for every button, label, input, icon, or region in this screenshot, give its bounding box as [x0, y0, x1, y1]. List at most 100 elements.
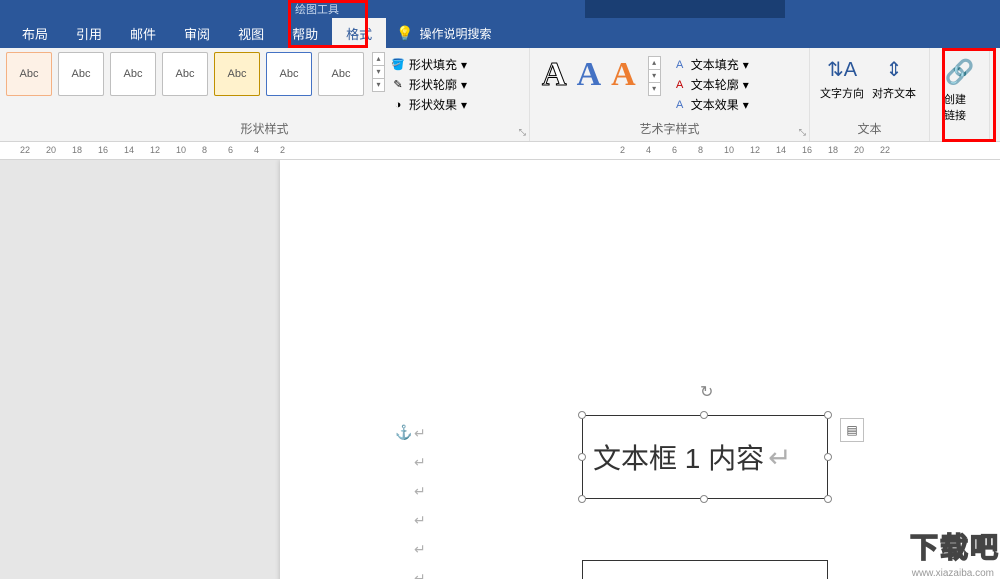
page[interactable] — [280, 160, 1000, 579]
align-text-button[interactable]: ⇕ 对齐文本 — [872, 56, 916, 101]
selection-handle[interactable] — [824, 495, 832, 503]
text-fill-icon: A — [673, 58, 687, 72]
paint-bucket-icon: 🪣 — [391, 58, 405, 72]
selection-handle[interactable] — [700, 411, 708, 419]
shape-fill-label: 形状填充 — [409, 56, 457, 73]
selection-handle[interactable] — [578, 495, 586, 503]
title-bar: 绘图工具 — [0, 0, 1000, 18]
tab-format[interactable]: 格式 — [332, 18, 386, 48]
shape-style-thumb-2[interactable]: Abc — [58, 52, 104, 96]
text-direction-button[interactable]: ⇅A 文字方向 — [820, 56, 864, 101]
document-workspace: ⚓ ↵↵↵↵↵↵↵↵ ↻ 文本框 1 内容 ↵ ▤ ↵ 下载吧 www.xiaz… — [0, 160, 1000, 579]
tab-layout[interactable]: 布局 — [8, 18, 62, 48]
group-label-shape-styles: 形状样式 — [6, 120, 523, 139]
selection-handle[interactable] — [824, 453, 832, 461]
group-shape-styles: Abc Abc Abc Abc Abc Abc Abc ▴ ▾ ▾ 🪣 形状填充… — [0, 48, 530, 141]
wordart-thumb-1[interactable]: A — [542, 56, 567, 94]
gallery-down-icon[interactable]: ▾ — [372, 65, 385, 79]
tab-mailings[interactable]: 邮件 — [116, 18, 170, 48]
contextual-tool-label: 绘图工具 — [295, 1, 339, 17]
text-outline-icon: A — [673, 78, 687, 92]
wordart-thumb-2[interactable]: A — [577, 56, 602, 94]
shape-style-thumb-4[interactable]: Abc — [162, 52, 208, 96]
shape-outline-button[interactable]: ✎ 形状轮廓 ▾ — [391, 76, 467, 93]
tab-view[interactable]: 视图 — [224, 18, 278, 48]
dialog-launcher-icon[interactable]: ⤡ — [519, 127, 526, 138]
shape-style-thumb-7[interactable]: Abc — [318, 52, 364, 96]
text-outline-label: 文本轮廓 — [691, 76, 739, 93]
anchor-icon: ⚓ — [395, 424, 412, 441]
group-label-wordart: 艺术字样式 — [536, 120, 803, 139]
wordart-gallery: A A A ▴ ▾ ▾ — [536, 52, 667, 99]
dialog-launcher-icon[interactable]: ⤡ — [799, 127, 806, 138]
create-link-button[interactable]: 🔗 创建链接 — [936, 52, 983, 123]
group-label-text: 文本 — [816, 120, 923, 139]
layout-options-button[interactable]: ▤ — [840, 418, 864, 442]
group-text: ⇅A 文字方向 ⇕ 对齐文本 文本 — [810, 48, 930, 141]
tab-references[interactable]: 引用 — [62, 18, 116, 48]
wordart-thumb-3[interactable]: A — [611, 56, 636, 94]
gallery-up-icon[interactable]: ▴ — [372, 52, 385, 66]
gallery-more-icon[interactable]: ▾ — [648, 82, 661, 96]
text-effects-icon: A — [673, 98, 687, 112]
text-effects-button[interactable]: A 文本效果 ▾ — [673, 96, 749, 113]
gallery-down-icon[interactable]: ▾ — [648, 69, 661, 83]
watermark: 下载吧 www.xiazaiba.com — [910, 526, 1000, 579]
ribbon-tabs: 布局 引用 邮件 审阅 视图 帮助 格式 💡 操作说明搜索 — [0, 18, 1000, 48]
chain-link-icon: 🔗 — [945, 58, 975, 87]
layout-options-icon: ▤ — [846, 423, 857, 437]
title-doc-region — [585, 0, 785, 18]
dropdown-icon: ▾ — [743, 58, 749, 72]
dropdown-icon: ▾ — [461, 78, 467, 92]
selection-handle[interactable] — [700, 495, 708, 503]
shape-fill-buttons: 🪣 形状填充 ▾ ✎ 形状轮廓 ▾ ◑ 形状效果 ▾ — [391, 52, 467, 113]
dropdown-icon: ▾ — [743, 98, 749, 112]
tab-help[interactable]: 帮助 — [278, 18, 332, 48]
rotation-handle-icon[interactable]: ↻ — [700, 382, 713, 402]
group-create-link: 🔗 创建链接 — [930, 48, 990, 141]
shape-effects-label: 形状效果 — [409, 96, 457, 113]
gallery-up-icon[interactable]: ▴ — [648, 56, 661, 70]
shape-effects-button[interactable]: ◑ 形状效果 ▾ — [391, 96, 467, 113]
ribbon: Abc Abc Abc Abc Abc Abc Abc ▴ ▾ ▾ 🪣 形状填充… — [0, 48, 1000, 142]
text-direction-icon: ⇅A — [827, 56, 857, 82]
shape-style-thumb-6[interactable]: Abc — [266, 52, 312, 96]
align-text-icon: ⇕ — [886, 56, 903, 82]
text-fill-button[interactable]: A 文本填充 ▾ — [673, 56, 749, 73]
shape-fill-button[interactable]: 🪣 形状填充 ▾ — [391, 56, 467, 73]
watermark-logo: 下载吧 — [910, 526, 1000, 566]
pen-icon: ✎ — [391, 78, 405, 92]
dropdown-icon: ▾ — [743, 78, 749, 92]
shape-style-thumb-1[interactable]: Abc — [6, 52, 52, 96]
shape-style-thumb-5[interactable]: Abc — [214, 52, 260, 96]
text-outline-button[interactable]: A 文本轮廓 ▾ — [673, 76, 749, 93]
shape-outline-label: 形状轮廓 — [409, 76, 457, 93]
align-text-label: 对齐文本 — [872, 85, 916, 101]
lightbulb-icon: 💡 — [396, 25, 413, 42]
gallery-more-icon[interactable]: ▾ — [372, 78, 385, 92]
textbox-2[interactable]: ↵ — [582, 560, 828, 579]
dropdown-icon: ▾ — [461, 58, 467, 72]
text-effects-label: 文本效果 — [691, 96, 739, 113]
shape-style-gallery: Abc Abc Abc Abc Abc Abc Abc ▴ ▾ ▾ 🪣 形状填充… — [6, 52, 523, 113]
tell-me-search[interactable]: 操作说明搜索 — [420, 25, 492, 42]
gallery-scroll: ▴ ▾ ▾ — [372, 52, 385, 91]
text-fill-label: 文本填充 — [691, 56, 739, 73]
tab-review[interactable]: 审阅 — [170, 18, 224, 48]
watermark-url: www.xiazaiba.com — [912, 568, 1000, 579]
create-link-label: 创建链接 — [944, 91, 975, 123]
wordart-scroll: ▴ ▾ ▾ — [648, 56, 661, 95]
shape-style-thumb-3[interactable]: Abc — [110, 52, 156, 96]
text-direction-label: 文字方向 — [820, 85, 864, 101]
group-wordart-styles: A A A ▴ ▾ ▾ A 文本填充 ▾ A 文本轮廓 ▾ — [530, 48, 810, 141]
selection-handle[interactable] — [578, 411, 586, 419]
selection-handle[interactable] — [578, 453, 586, 461]
dropdown-icon: ▾ — [461, 98, 467, 112]
paragraph-mark-icon: ↵ — [768, 441, 791, 474]
effects-icon: ◑ — [391, 98, 405, 112]
textbox-1[interactable]: 文本框 1 内容 ↵ — [582, 415, 828, 499]
horizontal-ruler[interactable]: 222018161412108642246810121416182022 — [0, 142, 1000, 160]
text-fill-buttons: A 文本填充 ▾ A 文本轮廓 ▾ A 文本效果 ▾ — [673, 52, 749, 113]
paragraph-marks: ↵↵↵↵↵↵↵↵ — [414, 425, 426, 579]
selection-handle[interactable] — [824, 411, 832, 419]
